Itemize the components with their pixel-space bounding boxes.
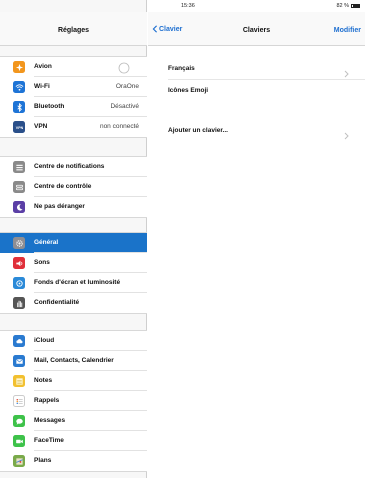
sidebar-item-value: OraOne bbox=[115, 83, 139, 90]
sidebar-title: Réglages bbox=[57, 27, 90, 34]
sidebar-item-vpn[interactable]: VPN VPN non connecté bbox=[0, 117, 147, 137]
keyboard-row-label: Français bbox=[168, 65, 195, 72]
sidebar-item-label: Bluetooth bbox=[34, 103, 65, 110]
chevron-right-icon bbox=[344, 65, 349, 78]
page-title: Claviers bbox=[242, 27, 271, 34]
messages-icon bbox=[13, 415, 25, 427]
vpn-icon: VPN bbox=[13, 121, 25, 133]
sidebar-item-label: Centre de notifications bbox=[34, 163, 105, 170]
battery-icon bbox=[351, 3, 360, 8]
sidebar-item-general[interactable]: Général bbox=[0, 233, 147, 253]
sidebar-group: iCloud Mail, Contacts, Calendrier Notes Rap… bbox=[0, 330, 147, 472]
sidebar-item-mail-contacts-calendrier[interactable]: Mail, Contacts, Calendrier bbox=[0, 351, 147, 371]
sidebar-item-label: Rappels bbox=[34, 397, 60, 404]
notes-icon bbox=[13, 375, 25, 387]
mail-icon bbox=[13, 355, 25, 367]
sidebar-item-label: Messages bbox=[34, 417, 66, 424]
chevron-right-icon bbox=[344, 127, 349, 140]
keyboard-row-icones-emoji[interactable]: Icônes Emoji bbox=[148, 80, 365, 102]
sidebar-item-fonds-d-ecran-et-luminosite[interactable]: Fonds d'écran et luminosité bbox=[0, 273, 147, 293]
cloud-icon bbox=[13, 335, 25, 347]
sidebar-item-label: Général bbox=[34, 239, 59, 246]
airplane-icon bbox=[13, 61, 25, 73]
sidebar-item-label: VPN bbox=[34, 123, 48, 130]
wifi-icon bbox=[13, 81, 25, 93]
keyboard-row-label: Ajouter un clavier... bbox=[168, 127, 228, 134]
sidebar-item-label: iCloud bbox=[34, 337, 55, 344]
battery-indicator: 82 % bbox=[336, 3, 360, 9]
sidebar-item-value: non connecté bbox=[99, 123, 139, 130]
sidebar-item-wi-fi[interactable]: Wi-Fi OraOne bbox=[0, 77, 147, 97]
sidebar-item-label: Fonds d'écran et luminosité bbox=[34, 279, 121, 286]
gear-icon bbox=[13, 237, 25, 249]
sidebar-item-confidentialite[interactable]: Confidentialité bbox=[0, 293, 147, 313]
edit-button[interactable]: Modifier bbox=[334, 27, 361, 34]
sidebar-item-label: Confidentialité bbox=[34, 299, 80, 306]
sidebar-group: Général Sons Fonds d'écran et luminosité Co… bbox=[0, 232, 147, 314]
sidebar-item-plans[interactable]: Plans bbox=[0, 451, 147, 471]
maps-icon bbox=[13, 455, 25, 467]
facetime-icon bbox=[13, 435, 25, 447]
speaker-icon bbox=[13, 257, 25, 269]
keyboard-row-francais[interactable]: Français bbox=[148, 58, 365, 80]
moon-icon bbox=[13, 201, 25, 213]
sidebar-group: Centre de notifications Centre de contrôl… bbox=[0, 156, 147, 218]
sidebar-header: Réglages bbox=[0, 12, 147, 46]
hand-icon bbox=[13, 297, 25, 309]
settings-sidebar: Réglages Avion Wi-Fi OraOne Bluetooth Désact… bbox=[0, 0, 147, 478]
sidebar-item-avion[interactable]: Avion bbox=[0, 57, 147, 77]
control-center-icon bbox=[13, 181, 25, 193]
keyboards-group: Ajouter un clavier... bbox=[148, 120, 365, 142]
airplane-mode-toggle[interactable] bbox=[117, 61, 131, 74]
sidebar-group: Avion Wi-Fi OraOne Bluetooth Désactivé VPN VPN… bbox=[0, 56, 147, 138]
sidebar-item-label: Sons bbox=[34, 259, 50, 266]
sidebar-item-centre-de-notifications[interactable]: Centre de notifications bbox=[0, 157, 147, 177]
sidebar-item-bluetooth[interactable]: Bluetooth Désactivé bbox=[0, 97, 147, 117]
wallpaper-icon bbox=[13, 277, 25, 289]
status-time: 15:36 bbox=[181, 3, 195, 9]
sidebar-item-label: FaceTime bbox=[34, 437, 64, 444]
sidebar-item-rappels[interactable]: Rappels bbox=[0, 391, 147, 411]
sidebar-item-label: Wi-Fi bbox=[34, 83, 50, 90]
keyboards-group: Français Icônes Emoji bbox=[148, 58, 365, 102]
main-header: Clavier Claviers Modifier bbox=[148, 12, 365, 46]
sidebar-item-label: Avion bbox=[34, 63, 52, 70]
notifications-icon bbox=[13, 161, 25, 173]
sidebar-item-messages[interactable]: Messages bbox=[0, 411, 147, 431]
keyboard-row-label: Icônes Emoji bbox=[168, 87, 209, 94]
sidebar-item-value: Désactivé bbox=[110, 103, 139, 110]
sidebar-item-label: Mail, Contacts, Calendrier bbox=[34, 357, 114, 364]
sidebar-item-ne-pas-deranger[interactable]: Ne pas déranger bbox=[0, 197, 147, 217]
bluetooth-icon bbox=[13, 101, 25, 113]
sidebar-item-label: Plans bbox=[34, 457, 52, 464]
sidebar-item-label: Notes bbox=[34, 377, 53, 384]
keyboard-row-ajouter-un-clavier[interactable]: Ajouter un clavier... bbox=[148, 120, 365, 142]
sidebar-item-notes[interactable]: Notes bbox=[0, 371, 147, 391]
svg-text:VPN: VPN bbox=[15, 125, 23, 129]
sidebar-item-label: Centre de contrôle bbox=[34, 183, 92, 190]
sidebar-item-label: Ne pas déranger bbox=[34, 203, 85, 210]
sidebar-item-centre-de-controle[interactable]: Centre de contrôle bbox=[0, 177, 147, 197]
sidebar-item-sons[interactable]: Sons bbox=[0, 253, 147, 273]
sidebar-item-facetime[interactable]: FaceTime bbox=[0, 431, 147, 451]
sidebar-item-icloud[interactable]: iCloud bbox=[0, 331, 147, 351]
reminders-icon bbox=[13, 395, 25, 407]
